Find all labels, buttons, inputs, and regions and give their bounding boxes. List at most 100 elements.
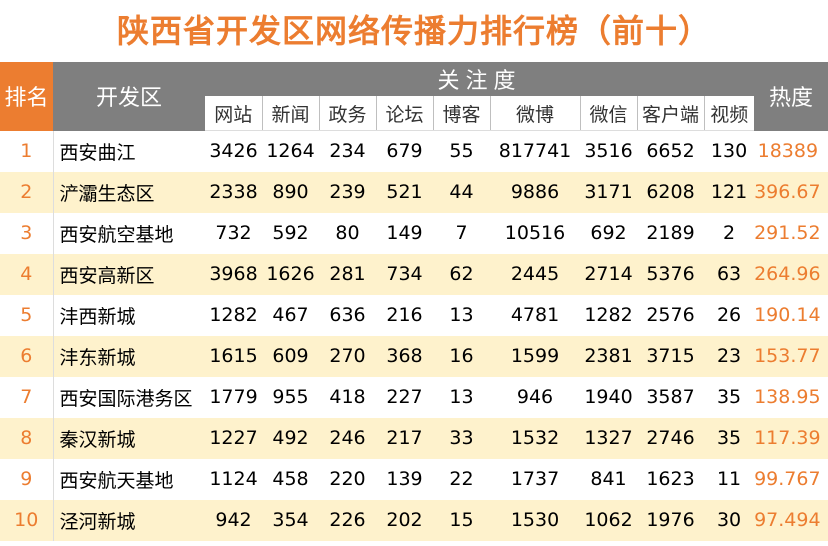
zone-name-cell: 秦汉新城: [52, 417, 205, 459]
app-cell: 2189: [646, 222, 695, 244]
heat-cell: 153.77: [754, 345, 821, 367]
video-cell: 35: [716, 386, 742, 408]
blog-cell: 13: [449, 386, 474, 408]
forum-cell: 202: [386, 509, 423, 531]
weibo-cell: 946: [516, 386, 554, 408]
website-cell: 2338: [209, 181, 258, 203]
app-cell: 1976: [646, 509, 695, 531]
weibo-cell: 1532: [510, 427, 560, 449]
weibo-cell: 9886: [510, 181, 560, 203]
weibo-cell: 1530: [510, 509, 560, 531]
app-cell: 3587: [646, 386, 695, 408]
government-cell: 80: [335, 222, 360, 244]
app-cell: 6208: [646, 181, 695, 203]
forum-cell: 216: [386, 304, 423, 326]
news-cell: 609: [272, 345, 309, 367]
website-cell: 3968: [209, 263, 258, 285]
app-cell: 2746: [646, 427, 695, 449]
heat-cell: 18389: [757, 140, 819, 162]
table-row: 7 西安国际港务区 1779 955 418 227 13 946 1940 3587 35 138.…: [0, 376, 828, 418]
weibo-cell: 10516: [504, 222, 566, 244]
news-cell: 467: [272, 304, 309, 326]
page-title: 陕西省开发区网络传播力排行榜（前十）: [116, 12, 711, 50]
video-cell: 23: [716, 345, 742, 367]
government-cell: 226: [329, 509, 366, 531]
col-header-website: 网站: [205, 96, 262, 131]
col-header-weibo: 微博: [489, 96, 580, 131]
government-cell: 239: [329, 181, 366, 203]
website-cell: 1227: [209, 427, 258, 449]
news-cell: 458: [272, 468, 309, 490]
zone-name-cell: 西安高新区: [52, 253, 205, 295]
forum-cell: 217: [386, 427, 423, 449]
wechat-cell: 2381: [584, 345, 633, 367]
col-header-government: 政务: [318, 96, 376, 131]
forum-cell: 679: [386, 140, 423, 163]
government-cell: 246: [329, 427, 366, 449]
wechat-cell: 3516: [584, 140, 633, 163]
zone-name-cell: 西安航天基地: [52, 458, 205, 500]
wechat-cell: 692: [590, 222, 627, 244]
zone-name-cell: 西安国际港务区: [52, 376, 205, 418]
table-row: 9 西安航天基地 1124 458 220 139 22 1737 841 1623 11 99.76…: [0, 458, 828, 500]
col-header-news: 新闻: [261, 96, 319, 131]
col-header-wechat: 微信: [579, 96, 637, 131]
website-cell: 1124: [209, 468, 258, 490]
blog-cell: 55: [449, 140, 474, 163]
table-row: 10 泾河新城 942 354 226 202 15 1530 1062 1976 30 97.494: [0, 499, 828, 541]
blog-cell: 15: [449, 509, 474, 531]
app-cell: 3715: [646, 345, 695, 367]
forum-cell: 149: [386, 222, 423, 244]
blog-cell: 44: [449, 181, 474, 203]
blog-cell: 62: [449, 263, 474, 285]
wechat-cell: 2714: [584, 263, 633, 285]
heat-cell: 396.67: [754, 181, 821, 203]
table-row: 4 西安高新区 3968 1626 281 734 62 2445 2714 5376 63 264.…: [0, 253, 828, 295]
video-cell: 2: [722, 222, 736, 244]
news-cell: 592: [272, 222, 309, 244]
heat-cell: 117.39: [754, 427, 821, 449]
app-cell: 6652: [646, 140, 695, 163]
wechat-cell: 1327: [584, 427, 633, 449]
government-cell: 234: [329, 140, 366, 163]
wechat-cell: 841: [590, 468, 627, 490]
heat-cell: 97.494: [754, 509, 821, 531]
zone-name-cell: 浐灞生态区: [52, 171, 205, 213]
zone-name-cell: 沣东新城: [52, 335, 205, 377]
blog-cell: 33: [449, 427, 474, 449]
rank-cell: 10: [14, 509, 39, 531]
weibo-cell: 1737: [510, 468, 560, 490]
rank-cell: 4: [20, 263, 33, 285]
rank-cell: 9: [20, 468, 33, 490]
weibo-cell: 817741: [498, 140, 572, 163]
app-cell: 2576: [646, 304, 695, 326]
col-header-video: 视频: [703, 96, 755, 131]
rank-cell: 3: [20, 222, 33, 244]
wechat-cell: 1940: [584, 386, 633, 408]
government-cell: 270: [329, 345, 366, 367]
wechat-cell: 3171: [584, 181, 633, 203]
video-cell: 63: [716, 263, 742, 285]
government-cell: 636: [329, 304, 366, 326]
heat-cell: 291.52: [754, 222, 821, 244]
video-cell: 11: [716, 468, 742, 490]
rank-header: 排名: [0, 62, 53, 131]
heat-cell: 264.96: [754, 263, 821, 285]
rank-cell: 8: [20, 427, 33, 449]
news-cell: 1264: [266, 140, 315, 163]
zone-name-cell: 沣西新城: [52, 294, 205, 336]
table-row: 5 沣西新城 1282 467 636 216 13 4781 1282 2576 26 190.14: [0, 294, 828, 336]
heat-header: 热度: [754, 62, 828, 131]
video-cell: 121: [710, 181, 748, 203]
table-row: 8 秦汉新城 1227 492 246 217 33 1532 1327 2746 35 117.39: [0, 417, 828, 459]
blog-cell: 16: [449, 345, 474, 367]
ranking-table: 排名 开发区 关注度 热度 网站 新闻 政务 论坛 博客 微博 微信 客户端 视…: [0, 62, 828, 541]
app-cell: 1623: [646, 468, 695, 490]
website-cell: 942: [215, 509, 252, 531]
news-cell: 354: [272, 509, 309, 531]
attention-header: 关注度: [205, 62, 755, 96]
table-row: 6 沣东新城 1615 609 270 368 16 1599 2381 3715 23 153.77: [0, 335, 828, 377]
blog-cell: 7: [455, 222, 468, 244]
website-cell: 732: [215, 222, 252, 244]
video-cell: 35: [716, 427, 742, 449]
